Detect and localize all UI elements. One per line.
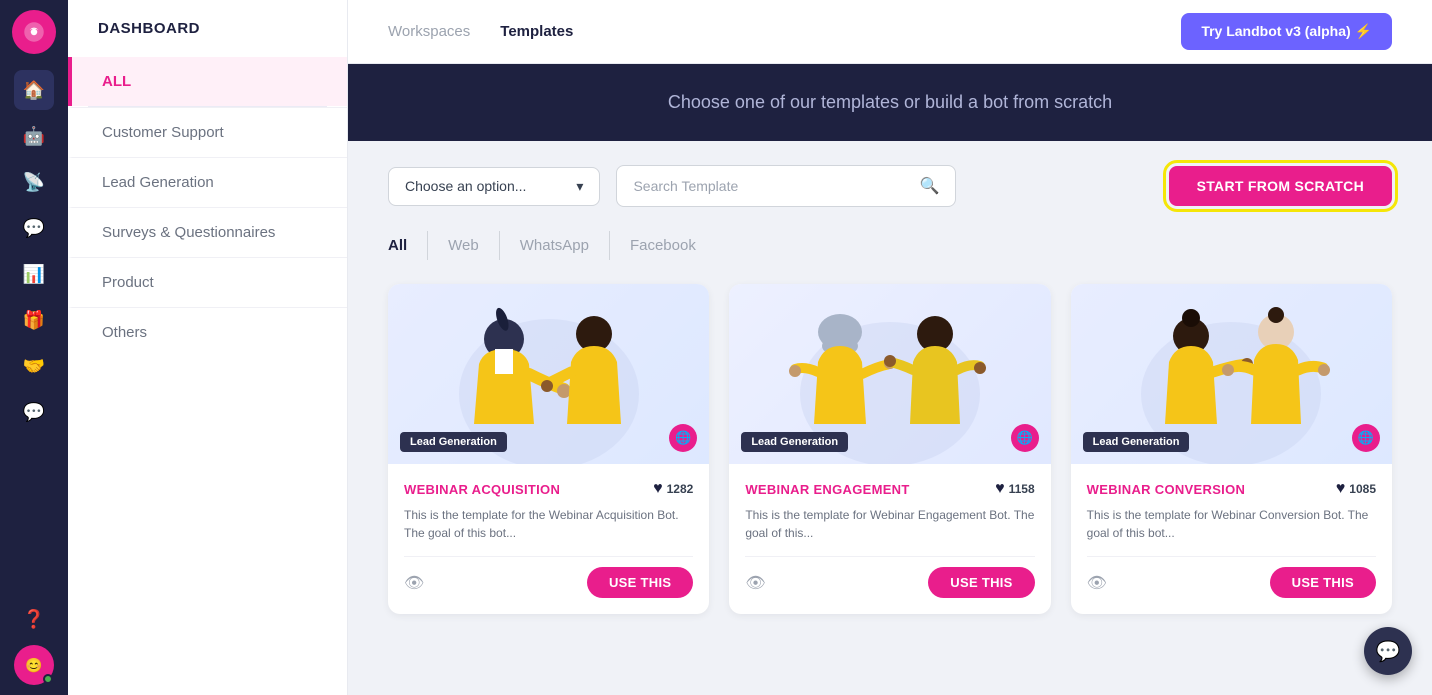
chevron-down-icon: ▾ bbox=[576, 178, 583, 195]
nav-help-icon[interactable]: ❓ bbox=[14, 599, 54, 639]
nav-handshake-icon[interactable]: 🤝 bbox=[14, 346, 54, 386]
nav-templates[interactable]: Templates bbox=[500, 19, 573, 44]
nav-bot-icon[interactable]: 🤖 bbox=[14, 116, 54, 156]
type-tabs: All Web WhatsApp Facebook bbox=[388, 231, 1392, 260]
nav-workspaces[interactable]: Workspaces bbox=[388, 19, 470, 44]
card-title-row-1: WEBINAR ACQUISITION ♥ 1282 bbox=[404, 480, 693, 498]
card-footer-3: 👁 USE THIS bbox=[1087, 556, 1376, 598]
card-title-row-3: WEBINAR CONVERSION ♥ 1085 bbox=[1087, 480, 1376, 498]
card-desc-1: This is the template for the Webinar Acq… bbox=[404, 506, 693, 542]
chat-fab-button[interactable]: 💬 bbox=[1364, 627, 1412, 675]
nav-home-icon[interactable]: 🏠 bbox=[14, 70, 54, 110]
card-tag-1: Lead Generation bbox=[400, 432, 507, 452]
try-v3-button[interactable]: Try Landbot v3 (alpha) ⚡ bbox=[1181, 13, 1392, 50]
card-likes-1: ♥ 1282 bbox=[653, 480, 693, 498]
card-title-row-2: WEBINAR ENGAGEMENT ♥ 1158 bbox=[745, 480, 1034, 498]
card-image-3: Lead Generation 🌐 bbox=[1071, 284, 1392, 464]
top-nav: Workspaces Templates Try Landbot v3 (alp… bbox=[348, 0, 1432, 64]
sidebar-item-all[interactable]: ALL bbox=[68, 57, 347, 106]
tab-all[interactable]: All bbox=[388, 231, 428, 260]
card-tag-2: Lead Generation bbox=[741, 432, 848, 452]
card-title-3: WEBINAR CONVERSION bbox=[1087, 482, 1246, 497]
card-image-1: Lead Generation 🌐 bbox=[388, 284, 709, 464]
card-body-3: WEBINAR CONVERSION ♥ 1085 This is the te… bbox=[1071, 464, 1392, 614]
search-input[interactable] bbox=[633, 178, 911, 194]
card-body-1: WEBINAR ACQUISITION ♥ 1282 This is the t… bbox=[388, 464, 709, 614]
eye-icon-2[interactable]: 👁 bbox=[745, 573, 765, 593]
card-desc-2: This is the template for Webinar Engagem… bbox=[745, 506, 1034, 542]
card-tag-3: Lead Generation bbox=[1083, 432, 1190, 452]
hero-text: Choose one of our templates or build a b… bbox=[668, 92, 1112, 112]
nav-chat-icon[interactable]: 💬 bbox=[14, 208, 54, 248]
tab-whatsapp[interactable]: WhatsApp bbox=[520, 231, 610, 260]
card-desc-3: This is the template for Webinar Convers… bbox=[1087, 506, 1376, 542]
card-title-2: WEBINAR ENGAGEMENT bbox=[745, 482, 909, 497]
logo[interactable] bbox=[12, 10, 56, 54]
card-platform-3: 🌐 bbox=[1352, 424, 1380, 452]
card-footer-2: 👁 USE THIS bbox=[745, 556, 1034, 598]
heart-icon-3: ♥ bbox=[1336, 480, 1346, 498]
nav-broadcast-icon[interactable]: 📡 bbox=[14, 162, 54, 202]
sidebar-item-lead-generation[interactable]: Lead Generation bbox=[68, 157, 347, 207]
nav-support-icon[interactable]: 💬 bbox=[14, 392, 54, 432]
eye-icon-3[interactable]: 👁 bbox=[1087, 573, 1107, 593]
card-platform-1: 🌐 bbox=[669, 424, 697, 452]
card-body-2: WEBINAR ENGAGEMENT ♥ 1158 This is the te… bbox=[729, 464, 1050, 614]
sidebar-item-others[interactable]: Others bbox=[68, 307, 347, 357]
sidebar-item-surveys[interactable]: Surveys & Questionnaires bbox=[68, 207, 347, 257]
tab-web[interactable]: Web bbox=[448, 231, 500, 260]
card-webinar-acquisition: Lead Generation 🌐 WEBINAR ACQUISITION ♥ … bbox=[388, 284, 709, 614]
sidebar-item-customer-support[interactable]: Customer Support bbox=[68, 107, 347, 157]
hero-banner: Choose one of our templates or build a b… bbox=[348, 64, 1432, 141]
option-select[interactable]: Choose an option... ▾ bbox=[388, 167, 600, 206]
card-footer-1: 👁 USE THIS bbox=[404, 556, 693, 598]
filter-row: Choose an option... ▾ 🔍 START FROM SCRAT… bbox=[388, 165, 1392, 207]
card-webinar-engagement: Lead Generation 🌐 WEBINAR ENGAGEMENT ♥ 1… bbox=[729, 284, 1050, 614]
cards-grid: Lead Generation 🌐 WEBINAR ACQUISITION ♥ … bbox=[388, 284, 1392, 614]
user-avatar[interactable]: 😊 bbox=[14, 645, 54, 685]
card-image-2: Lead Generation 🌐 bbox=[729, 284, 1050, 464]
sidebar: DASHBOARD ALL Customer Support Lead Gene… bbox=[68, 0, 348, 695]
sidebar-item-product[interactable]: Product bbox=[68, 257, 347, 307]
card-title-1: WEBINAR ACQUISITION bbox=[404, 482, 560, 497]
tab-facebook[interactable]: Facebook bbox=[630, 231, 716, 260]
use-btn-2[interactable]: USE THIS bbox=[928, 567, 1034, 598]
search-icon: 🔍 bbox=[920, 176, 940, 196]
nav-gift-icon[interactable]: 🎁 bbox=[14, 300, 54, 340]
card-likes-2: ♥ 1158 bbox=[995, 480, 1035, 498]
use-btn-1[interactable]: USE THIS bbox=[587, 567, 693, 598]
card-likes-3: ♥ 1085 bbox=[1336, 480, 1376, 498]
start-from-scratch-button[interactable]: START FROM SCRATCH bbox=[1169, 166, 1392, 206]
online-indicator bbox=[43, 674, 53, 684]
nav-analytics-icon[interactable]: 📊 bbox=[14, 254, 54, 294]
heart-icon-2: ♥ bbox=[995, 480, 1005, 498]
card-webinar-conversion: Lead Generation 🌐 WEBINAR CONVERSION ♥ 1… bbox=[1071, 284, 1392, 614]
chat-fab-icon: 💬 bbox=[1376, 639, 1401, 664]
sidebar-title: DASHBOARD bbox=[68, 20, 347, 57]
icon-bar: 🏠 🤖 📡 💬 📊 🎁 🤝 💬 ❓ 😊 bbox=[0, 0, 68, 695]
heart-icon-1: ♥ bbox=[653, 480, 663, 498]
card-platform-2: 🌐 bbox=[1011, 424, 1039, 452]
main-content: Workspaces Templates Try Landbot v3 (alp… bbox=[348, 0, 1432, 695]
use-btn-3[interactable]: USE THIS bbox=[1270, 567, 1376, 598]
content-area: Choose an option... ▾ 🔍 START FROM SCRAT… bbox=[348, 141, 1432, 695]
search-box: 🔍 bbox=[616, 165, 956, 207]
eye-icon-1[interactable]: 👁 bbox=[404, 573, 424, 593]
